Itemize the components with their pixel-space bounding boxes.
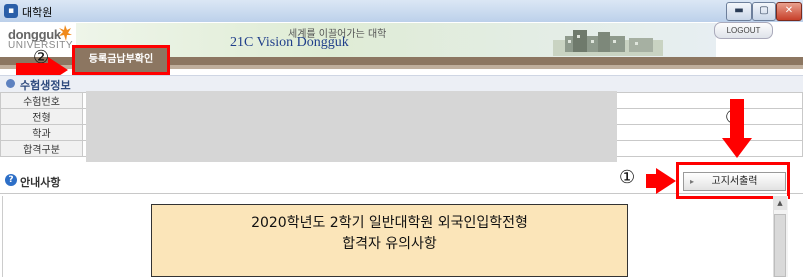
tab-payment-confirmation[interactable]: 등록금납부확인 xyxy=(72,45,170,75)
flame-logo-icon xyxy=(59,25,72,41)
row-label-admission-status: 합격구분 xyxy=(0,140,83,157)
annotation-arrow-1-left-head xyxy=(656,168,676,194)
notice-document-title-box: 2020학년도 2학기 일반대학원 외국인입학전형 합격자 유의사항 xyxy=(151,204,628,277)
app-icon: ▪ xyxy=(4,4,18,18)
print-notice-button[interactable]: ▸ 고지서출력 xyxy=(683,172,786,191)
section-bullet-icon xyxy=(6,79,15,88)
window-title: 대학원 xyxy=(22,6,53,19)
print-notice-button-label: 고지서출력 xyxy=(711,176,758,187)
notice-box-line1: 2020학년도 2학기 일반대학원 외국인입학전형 xyxy=(251,215,528,231)
window-titlebar xyxy=(0,0,803,23)
close-button[interactable]: ✕ xyxy=(776,2,802,21)
campus-building-image xyxy=(553,30,663,56)
row-label-department: 학과 xyxy=(0,124,83,141)
notice-box-line2: 합격자 유의사항 xyxy=(342,236,437,252)
row-label-exam-number: 수험번호 xyxy=(0,92,83,109)
annotation-arrow-1-top-head xyxy=(722,138,752,158)
annotation-arrow-1-left-body xyxy=(646,174,656,188)
tab-payment-confirmation-label: 등록금납부확인 xyxy=(88,54,154,65)
minimize-button[interactable]: ▬ xyxy=(726,2,752,21)
vision-text: 21C Vision Dongguk xyxy=(230,35,349,50)
notice-title: 안내사항 xyxy=(20,176,61,189)
play-icon: ▸ xyxy=(690,177,695,186)
annotation-number-1-left: ① xyxy=(619,167,636,188)
row-label-admission-type: 전형 xyxy=(0,108,83,125)
redacted-values-mask xyxy=(86,91,617,162)
section-title: 수험생정보 xyxy=(20,79,71,92)
info-icon: ? xyxy=(5,174,17,186)
maximize-button[interactable]: ▢ xyxy=(752,2,776,21)
scrollbar-thumb[interactable] xyxy=(774,214,786,277)
annotation-arrow-1-top-body xyxy=(730,99,744,138)
scroll-up-icon[interactable]: ▲ xyxy=(773,196,787,210)
logout-button[interactable]: LOGOUT xyxy=(714,22,773,39)
